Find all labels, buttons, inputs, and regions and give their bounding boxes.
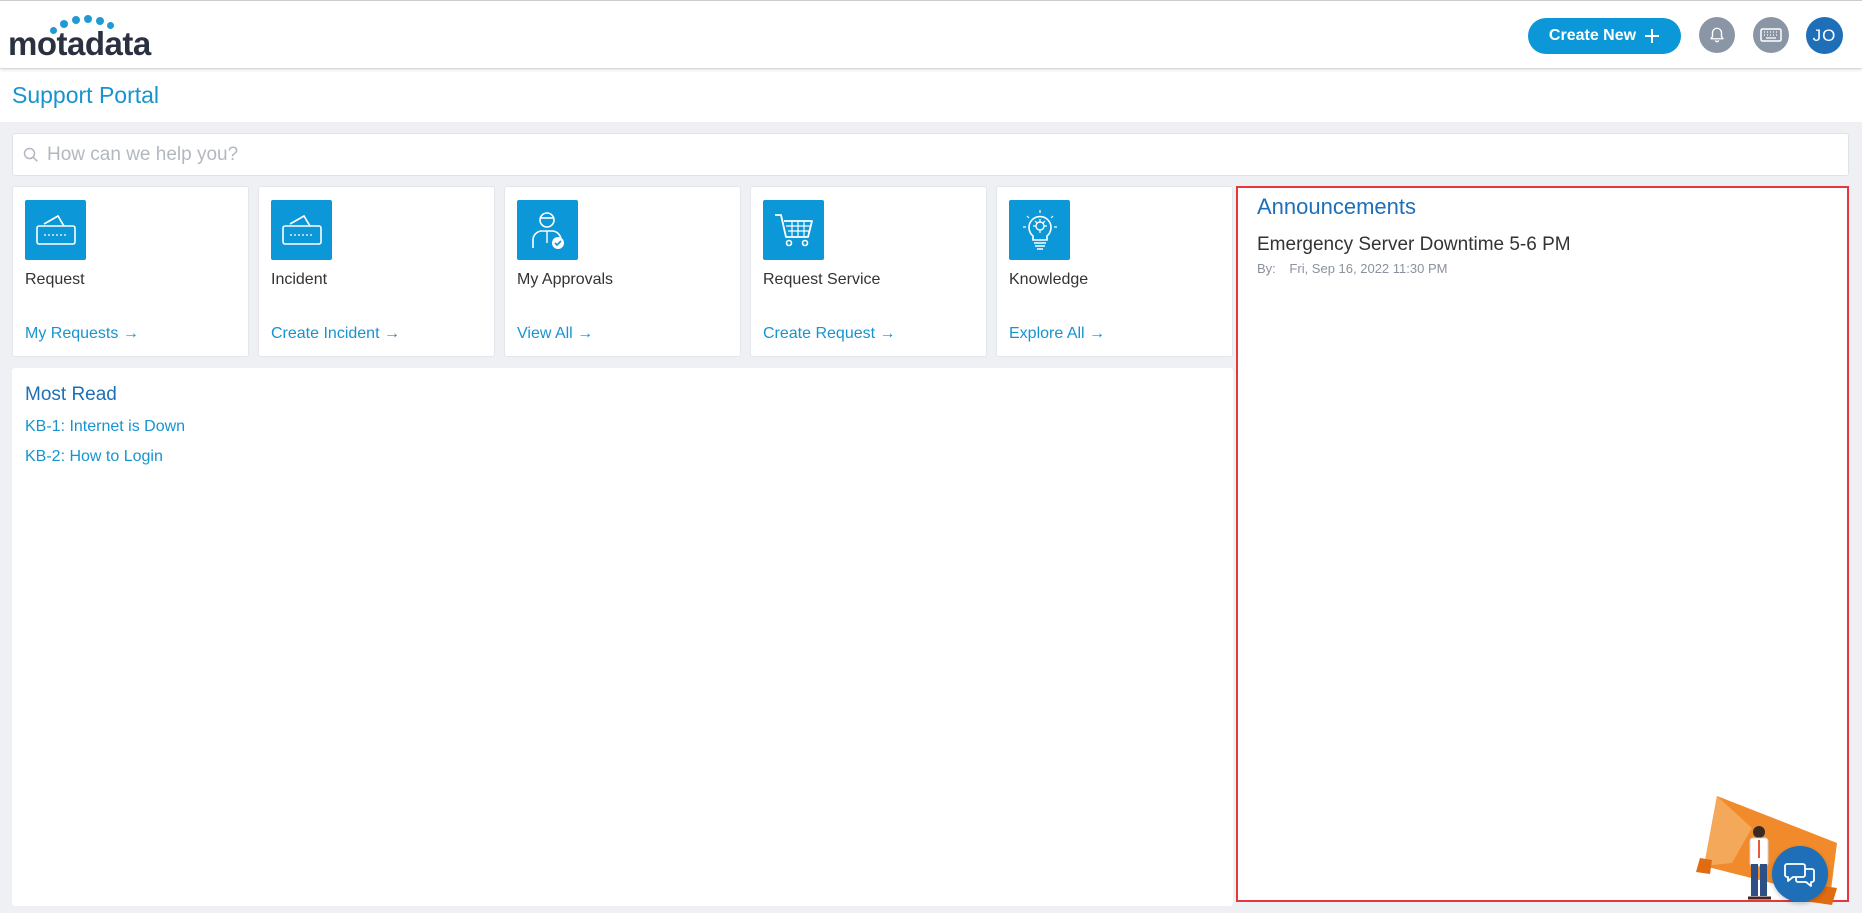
card-link[interactable]: Create Request → bbox=[763, 325, 896, 343]
user-avatar[interactable]: JO bbox=[1806, 17, 1843, 54]
chat-button[interactable] bbox=[1772, 846, 1828, 902]
chat-icon bbox=[1784, 863, 1815, 887]
cart-icon bbox=[763, 200, 824, 260]
kb-article-link[interactable]: KB-1: Internet is Down bbox=[25, 418, 185, 436]
keyboard-icon bbox=[1760, 28, 1782, 42]
card-link[interactable]: Create Incident → bbox=[271, 325, 400, 343]
card-title: My Approvals bbox=[517, 271, 614, 288]
card-link[interactable]: View All → bbox=[517, 325, 593, 343]
card-request-service[interactable]: Request Service Create Request → bbox=[750, 186, 987, 357]
card-link[interactable]: Explore All → bbox=[1009, 325, 1105, 343]
approver-icon bbox=[517, 200, 578, 260]
most-read-title: Most Read bbox=[25, 384, 117, 405]
search-icon bbox=[23, 147, 38, 162]
card-title: Incident bbox=[271, 271, 328, 288]
bell-icon bbox=[1710, 27, 1724, 43]
logo-text: motadata bbox=[8, 25, 151, 62]
page-title: Support Portal bbox=[12, 82, 160, 108]
keyboard-shortcuts-button[interactable] bbox=[1753, 17, 1789, 53]
card-my-approvals[interactable]: My Approvals View All → bbox=[504, 186, 741, 357]
lightbulb-icon bbox=[1009, 200, 1070, 260]
announcement-title-link[interactable]: Emergency Server Downtime 5-6 PM bbox=[1257, 234, 1571, 256]
notifications-button[interactable] bbox=[1699, 17, 1735, 53]
ticket-icon bbox=[25, 200, 86, 260]
card-title: Knowledge bbox=[1009, 271, 1089, 288]
card-link[interactable]: My Requests → bbox=[25, 325, 139, 343]
most-read-panel: Most Read KB-1: Internet is Down KB-2: H… bbox=[12, 368, 1233, 906]
search-input[interactable] bbox=[47, 143, 1827, 166]
top-header: motadata Create New JO bbox=[0, 0, 1862, 68]
ticket-icon bbox=[271, 200, 332, 260]
announcement-by-label: By: bbox=[1257, 261, 1276, 276]
announcements-title: Announcements bbox=[1257, 194, 1416, 219]
search-bar[interactable] bbox=[12, 133, 1849, 176]
card-request[interactable]: Request My Requests → bbox=[12, 186, 249, 357]
card-title: Request Service bbox=[763, 271, 881, 288]
page-title-bar: Support Portal bbox=[0, 69, 1862, 122]
motadata-logo[interactable]: motadata bbox=[8, 11, 158, 62]
create-new-button[interactable]: Create New bbox=[1528, 18, 1681, 54]
card-title: Request bbox=[25, 271, 85, 288]
card-knowledge[interactable]: Knowledge Explore All → bbox=[996, 186, 1233, 357]
card-incident[interactable]: Incident Create Incident → bbox=[258, 186, 495, 357]
announcement-meta: By: Fri, Sep 16, 2022 11:30 PM bbox=[1257, 261, 1447, 276]
plus-icon bbox=[1645, 29, 1660, 43]
announcement-date: Fri, Sep 16, 2022 11:30 PM bbox=[1289, 261, 1448, 276]
kb-article-link[interactable]: KB-2: How to Login bbox=[25, 448, 163, 466]
create-new-label: Create New bbox=[1548, 27, 1637, 44]
